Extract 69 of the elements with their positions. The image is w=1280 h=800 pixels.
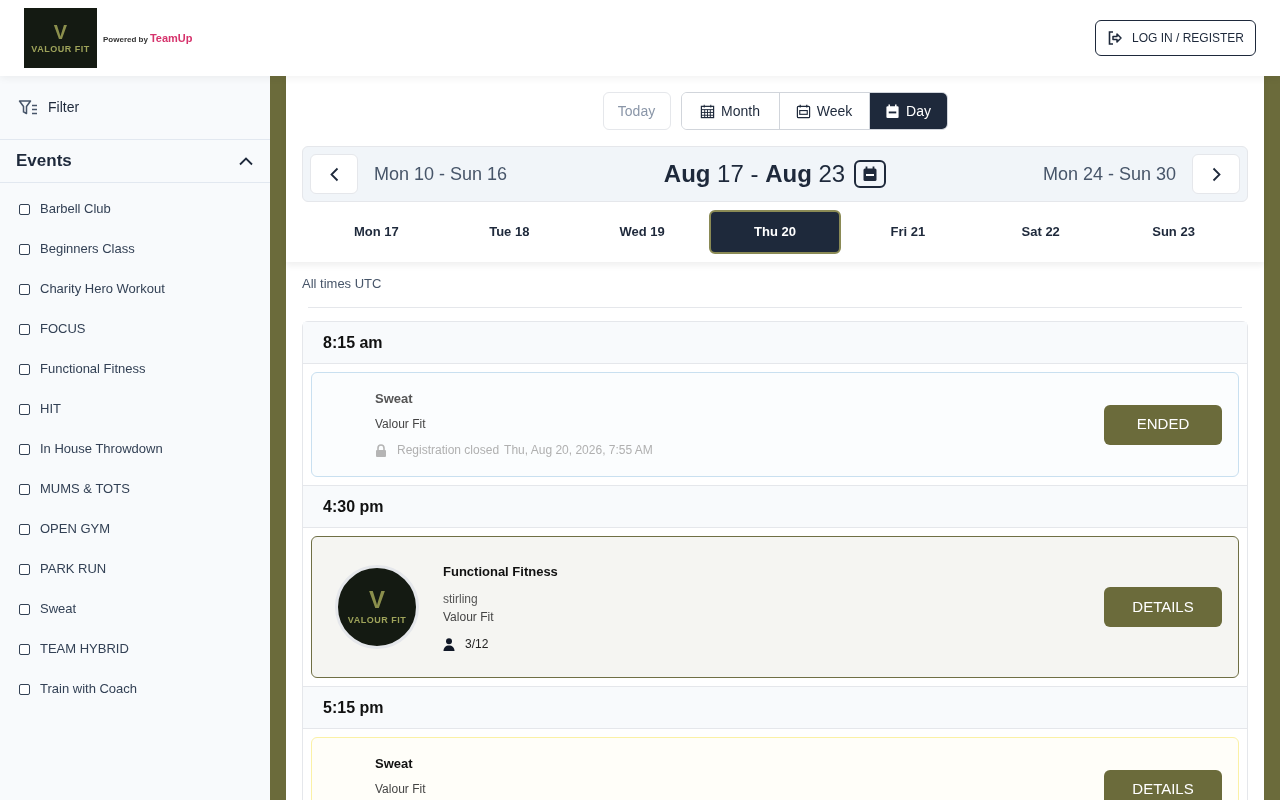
event-filter-item[interactable]: Train with Coach <box>0 669 270 709</box>
chevron-left-icon <box>329 166 339 182</box>
calendar-icon <box>795 103 811 119</box>
login-icon <box>1107 30 1123 46</box>
event-card[interactable]: Sweat Valour Fit Registration closed Thu, Aug 20, 2026, 7:55 AM ENDED <box>311 372 1239 477</box>
checkbox[interactable] <box>19 403 30 415</box>
filter-icon <box>18 98 38 117</box>
time-slot-heading: 5:15 pm <box>323 697 384 718</box>
calendar-icon <box>862 166 879 182</box>
calendar-grid-icon <box>700 103 716 119</box>
checkbox[interactable] <box>19 363 30 375</box>
view-tab[interactable]: Day <box>868 93 947 129</box>
person-icon <box>443 637 455 651</box>
event-venue: Valour Fit <box>443 609 495 625</box>
checkbox[interactable] <box>19 483 30 495</box>
checkbox[interactable] <box>19 683 30 695</box>
event-filter-item[interactable]: In House Throwdown <box>0 429 270 469</box>
previous-week-link[interactable]: Mon 10 - Sun 16 <box>374 160 508 188</box>
checkbox[interactable] <box>19 243 30 255</box>
event-venue: Valour Fit <box>375 416 427 432</box>
powered-by-text: Powered by <box>103 33 148 46</box>
event-filter-item[interactable]: Beginners Class <box>0 229 270 269</box>
event-filter-item[interactable]: FOCUS <box>0 309 270 349</box>
attendance-count: 3/12 <box>465 636 489 652</box>
time-slot-heading: 4:30 pm <box>323 496 384 517</box>
event-filter-item[interactable]: OPEN GYM <box>0 509 270 549</box>
event-card[interactable]: Sweat Valour Fit DETAILS <box>311 737 1239 800</box>
event-filter-item[interactable]: TEAM HYBRID <box>0 629 270 669</box>
event-title: Sweat <box>375 755 414 773</box>
timezone-note: All times UTC <box>302 276 383 292</box>
registration-time: Thu, Aug 20, 2026, 7:55 AM <box>504 442 653 458</box>
checkbox[interactable] <box>19 603 30 615</box>
registration-status: Registration closed <box>397 442 500 458</box>
chevron-right-icon <box>1211 166 1221 182</box>
checkbox[interactable] <box>19 563 30 575</box>
checkbox[interactable] <box>19 443 30 455</box>
event-title: Functional Fitness <box>443 563 558 581</box>
event-filter-item[interactable]: Functional Fitness <box>0 349 270 389</box>
checkbox[interactable] <box>19 643 30 655</box>
login-button[interactable]: LOG IN / REGISTER <box>1095 20 1256 56</box>
details-button[interactable]: DETAILS <box>1104 769 1222 800</box>
checkbox[interactable] <box>19 323 30 335</box>
logo-monogram: V <box>53 21 68 42</box>
event-card[interactable]: V VALOUR FIT Functional Fitness stirling Valour Fit 3/12 DETAILS <box>311 536 1239 678</box>
date-tab[interactable]: Thu 20 <box>708 210 842 254</box>
next-week-link[interactable]: Mon 24 - Sun 30 <box>1042 160 1176 188</box>
logo-name: VALOUR FIT <box>347 615 407 626</box>
event-filter-item[interactable]: Sweat <box>0 589 270 629</box>
event-filter-item[interactable]: MUMS & TOTS <box>0 469 270 509</box>
current-week-range: Aug 17 - Aug 23 <box>663 159 846 189</box>
date-picker-button[interactable] <box>854 160 887 188</box>
logo-name: VALOUR FIT <box>31 43 90 55</box>
event-filter-item[interactable]: Charity Hero Workout <box>0 269 270 309</box>
time-slot-heading: 8:15 am <box>323 332 383 353</box>
details-button[interactable]: DETAILS <box>1104 587 1222 627</box>
event-filter-item[interactable]: PARK RUN <box>0 549 270 589</box>
checkbox[interactable] <box>19 523 30 535</box>
calendar-day-icon <box>885 103 901 119</box>
event-location: stirling <box>443 591 479 607</box>
lock-icon <box>375 443 387 457</box>
ended-button[interactable]: ENDED <box>1104 404 1222 445</box>
brand-name: TeamUp <box>149 30 193 46</box>
event-venue: Valour Fit <box>375 781 426 797</box>
event-filter-item[interactable]: HIT <box>0 389 270 429</box>
event-filter-item[interactable]: Barbell Club <box>0 189 270 229</box>
checkbox[interactable] <box>19 203 30 215</box>
event-title: Sweat <box>375 390 414 408</box>
checkbox[interactable] <box>19 283 30 295</box>
logo-monogram: V <box>369 588 385 612</box>
